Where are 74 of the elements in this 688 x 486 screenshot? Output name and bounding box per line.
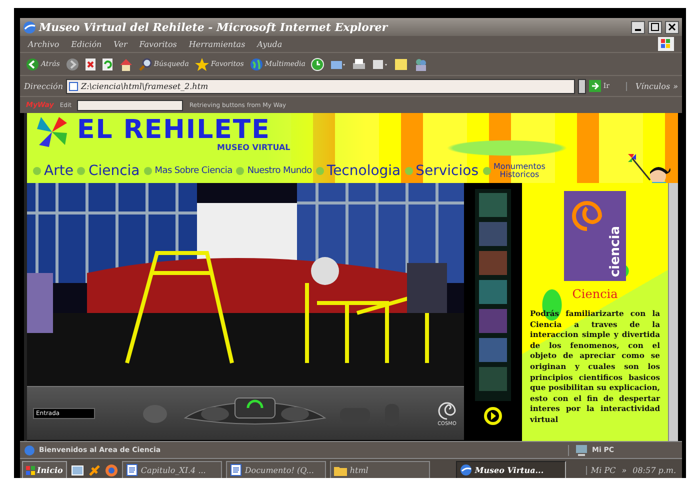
maximize-icon (651, 23, 659, 31)
browser-icon[interactable] (104, 464, 118, 476)
desktop-icon[interactable] (70, 464, 84, 476)
stop-button[interactable] (84, 58, 96, 70)
folder-button[interactable] (394, 58, 408, 70)
messenger-button[interactable] (414, 58, 428, 70)
document-icon (126, 464, 138, 476)
taskbar-button[interactable]: Capitulo_XI.4 ... (122, 461, 222, 478)
home-button[interactable] (118, 58, 133, 70)
stop-icon (84, 58, 96, 70)
close-icon (668, 23, 676, 31)
people-icon (414, 58, 428, 70)
history-button[interactable] (311, 58, 324, 70)
scrollbar[interactable] (668, 183, 678, 441)
nav-link[interactable]: Tecnologia (316, 163, 401, 179)
menu-item[interactable]: Favoritos (139, 40, 177, 48)
site-logo-title: EL REHILETE (77, 115, 270, 145)
links-button[interactable]: Vínculos » (626, 82, 678, 90)
maximize-button[interactable] (648, 20, 662, 34)
nav-link[interactable]: Mas Sobre Ciencia (144, 166, 232, 176)
house-icon (118, 58, 133, 70)
swirl-icon (572, 201, 602, 231)
edit-button[interactable] (372, 58, 388, 70)
nav-link[interactable]: Ciencia (77, 163, 140, 179)
browser-icon (23, 20, 36, 34)
spiral-logo-icon (436, 400, 458, 420)
refresh-icon (102, 58, 113, 70)
windows-logo-icon (658, 37, 674, 51)
go-arrow-icon (589, 80, 602, 92)
tray-expand-button[interactable]: » (622, 466, 627, 474)
nav-link[interactable]: Monumentos Historicos (482, 163, 545, 179)
page-icon (24, 444, 35, 456)
taskbar-button[interactable]: html (330, 461, 430, 478)
section-heading: Ciencia (572, 287, 618, 301)
menu-item[interactable]: Archivo (28, 40, 60, 48)
page-icon (69, 82, 78, 90)
taskbar-button[interactable]: Documento! (Q... (226, 461, 326, 478)
address-label: Dirección (24, 82, 64, 90)
menu-item[interactable]: Ver (114, 40, 128, 48)
search-icon (138, 58, 152, 70)
forward-button[interactable] (66, 58, 79, 70)
menu-item[interactable]: Herramientas (188, 40, 246, 48)
globe-icon (250, 58, 263, 70)
note-icon (394, 58, 408, 70)
folder-icon (334, 464, 347, 476)
site-subtitle: MUSEO VIRTUAL (217, 143, 290, 152)
clock-icon (311, 58, 324, 70)
document-icon (230, 464, 242, 476)
nav-link[interactable]: Servicios (404, 163, 479, 179)
minimize-button[interactable] (631, 20, 645, 34)
windows-logo-icon (26, 466, 35, 474)
nav-link[interactable]: Nuestro Mundo (236, 166, 312, 176)
computer-icon (575, 444, 588, 456)
printer-icon (352, 58, 366, 70)
star-icon (194, 58, 209, 70)
document-icon (372, 58, 388, 70)
window-title: Museo Virtual del Rehilete - Microsoft Internet Explorer (39, 20, 390, 34)
clock-text: 08:57 p.m. (632, 466, 676, 474)
menu-item[interactable]: Ayuda (257, 40, 282, 48)
taskbar-button[interactable]: Museo Virtua... (456, 461, 566, 478)
browser-icon (460, 464, 472, 476)
close-button[interactable] (665, 20, 679, 34)
dropdown-button[interactable] (578, 78, 586, 94)
ciencia-poster: ciencia (564, 191, 626, 281)
thumbnail-strip-drawing[interactable] (475, 189, 511, 401)
refresh-button[interactable] (102, 58, 113, 70)
nav-link[interactable]: Arte (33, 163, 74, 179)
start-button[interactable]: Inicio (22, 461, 67, 478)
print-button[interactable] (352, 58, 366, 70)
pinwheel-logo-icon (35, 115, 69, 149)
search-field[interactable] (77, 100, 184, 110)
address-field[interactable]: Z:\ciencia\html\frameset_2.htm (66, 78, 576, 94)
menu-item[interactable]: Edición (71, 40, 102, 48)
tray-label[interactable]: Mi PC (590, 466, 616, 474)
